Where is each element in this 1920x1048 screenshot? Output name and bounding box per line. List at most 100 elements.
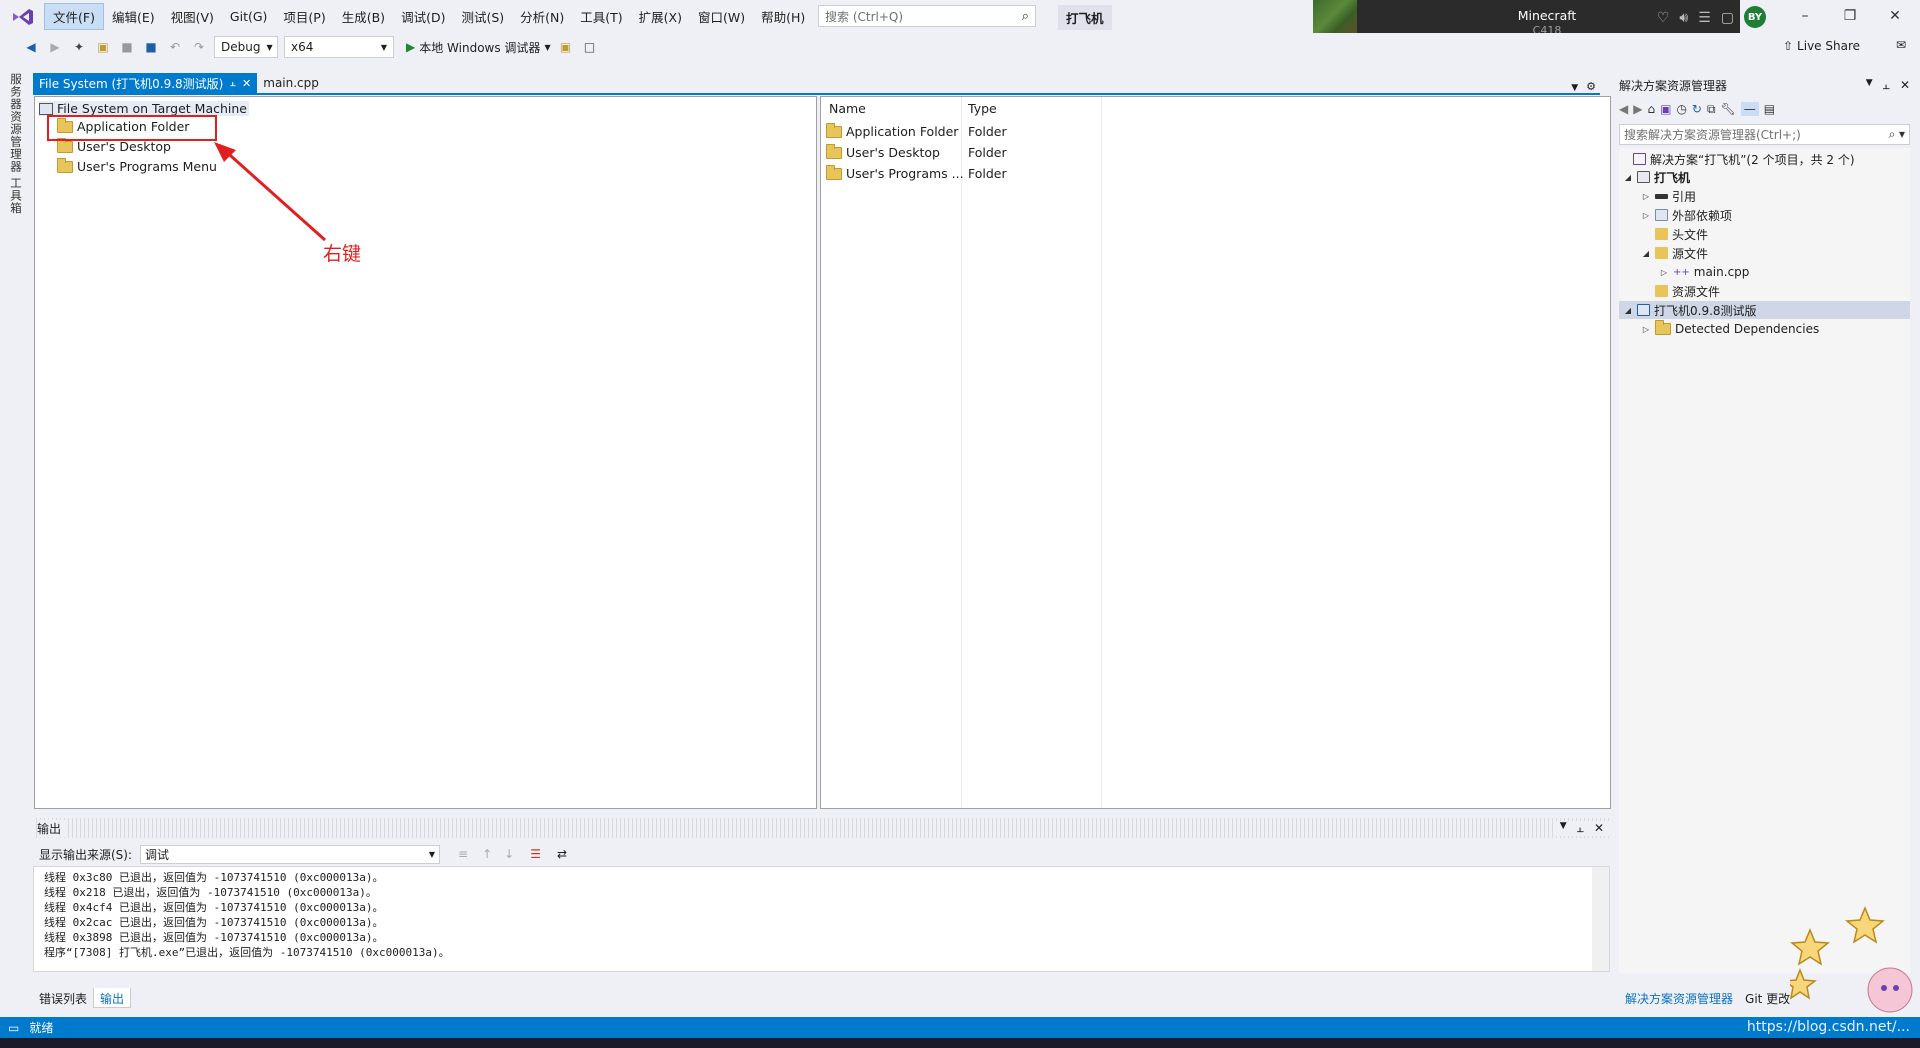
- back-icon[interactable]: ◀: [1619, 102, 1628, 116]
- collapsed-icon[interactable]: ▷: [1641, 211, 1651, 220]
- home-icon[interactable]: ⌂: [1647, 102, 1655, 116]
- server-explorer-tab[interactable]: 服务器资源管理器: [8, 73, 24, 173]
- list-item[interactable]: User's Desktop: [826, 143, 940, 160]
- save-icon[interactable]: ■: [118, 38, 136, 56]
- output-source-select[interactable]: 调试 ▼: [140, 844, 441, 864]
- menu-git[interactable]: Git(G): [222, 6, 276, 27]
- forward-icon[interactable]: ▶: [1633, 102, 1642, 116]
- next-message-icon[interactable]: ↓: [504, 847, 514, 861]
- menu-view[interactable]: 视图(V): [163, 4, 222, 29]
- tree-item-users-desktop[interactable]: User's Desktop: [57, 137, 171, 154]
- collapsed-icon[interactable]: ▷: [1659, 268, 1669, 277]
- collapse-all-icon[interactable]: ⧉: [1707, 102, 1716, 117]
- menu-window[interactable]: 窗口(W): [690, 4, 753, 29]
- configuration-dropdown[interactable]: Debug ▼: [214, 36, 278, 58]
- menu-help[interactable]: 帮助(H): [753, 4, 813, 29]
- run-debugger-button[interactable]: ▶ 本地 Windows 调试器 ▼: [406, 39, 551, 56]
- column-header-type[interactable]: Type: [968, 101, 997, 116]
- forward-icon[interactable]: ▶: [46, 38, 64, 56]
- avatar[interactable]: BY: [1744, 6, 1766, 28]
- tab-file-system[interactable]: File System (打飞机0.9.8测试版) ⫠ ✕: [33, 73, 258, 93]
- heart-icon[interactable]: ♡: [1657, 10, 1670, 26]
- project-name-badge[interactable]: 打飞机: [1058, 5, 1112, 30]
- undo-icon[interactable]: ↶: [166, 38, 184, 56]
- search-input[interactable]: 搜索 (Ctrl+Q) ⌕: [818, 5, 1036, 27]
- feedback-icon[interactable]: ✉: [1896, 38, 1906, 52]
- collapsed-icon[interactable]: ▷: [1641, 192, 1651, 201]
- expanded-icon[interactable]: ◢: [1641, 249, 1651, 258]
- volume-icon[interactable]: 🔊︎: [1679, 10, 1688, 26]
- properties-icon[interactable]: 🔧︎: [1721, 102, 1736, 116]
- collapsed-icon[interactable]: ▷: [1641, 325, 1651, 334]
- expanded-icon[interactable]: ◢: [1623, 306, 1633, 315]
- screenshot-icon[interactable]: □: [581, 38, 599, 56]
- tab-output[interactable]: 输出: [93, 988, 132, 1008]
- menu-analyze[interactable]: 分析(N): [512, 4, 572, 29]
- pin-icon[interactable]: ⫠: [229, 76, 236, 90]
- restore-button[interactable]: ❐: [1830, 4, 1870, 28]
- prev-message-icon[interactable]: ↑: [482, 847, 492, 861]
- settings-icon[interactable]: ⚙: [1582, 80, 1600, 93]
- tab-error-list[interactable]: 错误列表: [33, 988, 93, 1008]
- list-item[interactable]: User's Programs ...: [826, 164, 964, 181]
- word-wrap-icon[interactable]: ⇄: [557, 847, 567, 861]
- chevron-down-icon[interactable]: ▼: [1560, 821, 1567, 836]
- tree-node-references[interactable]: ▷ 引用: [1641, 187, 1696, 205]
- close-icon[interactable]: ✕: [242, 77, 251, 90]
- expanded-icon[interactable]: ◢: [1623, 173, 1633, 182]
- tree-node-main-cpp[interactable]: ▷ ++ main.cpp: [1659, 263, 1749, 281]
- menu-test[interactable]: 测试(S): [453, 4, 512, 29]
- close-window-button[interactable]: ✕: [1875, 4, 1915, 28]
- menu-extensions[interactable]: 扩展(X): [631, 4, 690, 29]
- menu-tools[interactable]: 工具(T): [572, 4, 630, 29]
- playlist-icon[interactable]: ☰: [1698, 10, 1711, 26]
- tab-git-changes[interactable]: Git 更改: [1739, 988, 1796, 1009]
- mini-window-icon[interactable]: ▢: [1721, 10, 1734, 26]
- tree-node-detected-deps[interactable]: ▷ Detected Dependencies: [1641, 320, 1819, 338]
- chevron-down-icon[interactable]: ▼: [1866, 78, 1873, 93]
- save-all-icon[interactable]: ■: [142, 38, 160, 56]
- menu-build[interactable]: 生成(B): [334, 4, 393, 29]
- pending-changes-icon[interactable]: ◷: [1676, 102, 1686, 116]
- clear-all-icon[interactable]: ☰: [530, 847, 541, 861]
- menu-edit[interactable]: 编辑(E): [104, 4, 163, 29]
- preview-icon[interactable]: —: [1740, 102, 1759, 116]
- tab-solution-explorer[interactable]: 解决方案资源管理器: [1619, 988, 1739, 1009]
- live-share-button[interactable]: ⇧ Live Share: [1783, 39, 1860, 53]
- tree-node-header-files[interactable]: 头文件: [1655, 225, 1708, 243]
- open-folder-icon[interactable]: ▣: [94, 38, 112, 56]
- solution-search-input[interactable]: 搜索解决方案资源管理器(Ctrl+;) ⌕ ▾: [1619, 124, 1910, 145]
- tree-node-resource-files[interactable]: 资源文件: [1655, 282, 1720, 300]
- output-text-area[interactable]: 线程 0x3c80 已退出，返回值为 -1073741510 (0xc00001…: [33, 866, 1610, 972]
- sync-icon[interactable]: ↻: [1692, 102, 1702, 116]
- close-icon[interactable]: ✕: [1900, 78, 1910, 93]
- column-header-name[interactable]: Name: [829, 101, 866, 116]
- visual-studio-logo-icon[interactable]: [10, 7, 36, 27]
- switch-views-icon[interactable]: ▣: [1660, 102, 1671, 116]
- back-icon[interactable]: ◀: [22, 38, 40, 56]
- menu-file[interactable]: 文件(F): [44, 3, 104, 30]
- pin-icon[interactable]: ⫠: [1883, 78, 1890, 93]
- tree-node-external-deps[interactable]: ▷ 外部依赖项: [1641, 206, 1732, 224]
- output-scrollbar[interactable]: [1592, 867, 1609, 971]
- project-node-setup[interactable]: ◢ 打飞机0.9.8测试版: [1619, 301, 1910, 319]
- toolbox-tab[interactable]: 工具箱: [8, 177, 24, 215]
- find-in-files-icon[interactable]: ▣: [557, 38, 575, 56]
- platform-dropdown[interactable]: x64 ▼: [284, 36, 394, 58]
- tree-node-source-files[interactable]: ◢ 源文件: [1641, 244, 1708, 262]
- show-all-files-icon[interactable]: ▤: [1764, 102, 1775, 116]
- minimize-button[interactable]: –: [1785, 4, 1825, 28]
- solution-root[interactable]: 解决方案“打飞机”(2 个项目，共 2 个): [1633, 150, 1855, 168]
- redo-icon[interactable]: ↷: [190, 38, 208, 56]
- list-item[interactable]: Application Folder: [826, 122, 958, 139]
- menu-project[interactable]: 项目(P): [275, 4, 333, 29]
- project-node[interactable]: ◢ 打飞机: [1623, 168, 1690, 186]
- tree-root[interactable]: File System on Target Machine: [39, 101, 249, 116]
- close-icon[interactable]: ✕: [1594, 821, 1604, 836]
- pin-icon[interactable]: ⫠: [1577, 821, 1584, 836]
- menu-debug[interactable]: 调试(D): [393, 4, 453, 29]
- goto-line-icon[interactable]: ≡: [458, 847, 468, 861]
- tree-item-users-programs-menu[interactable]: User's Programs Menu: [57, 157, 217, 174]
- tab-main-cpp[interactable]: main.cpp: [257, 73, 325, 93]
- new-project-icon[interactable]: ✦: [70, 38, 88, 56]
